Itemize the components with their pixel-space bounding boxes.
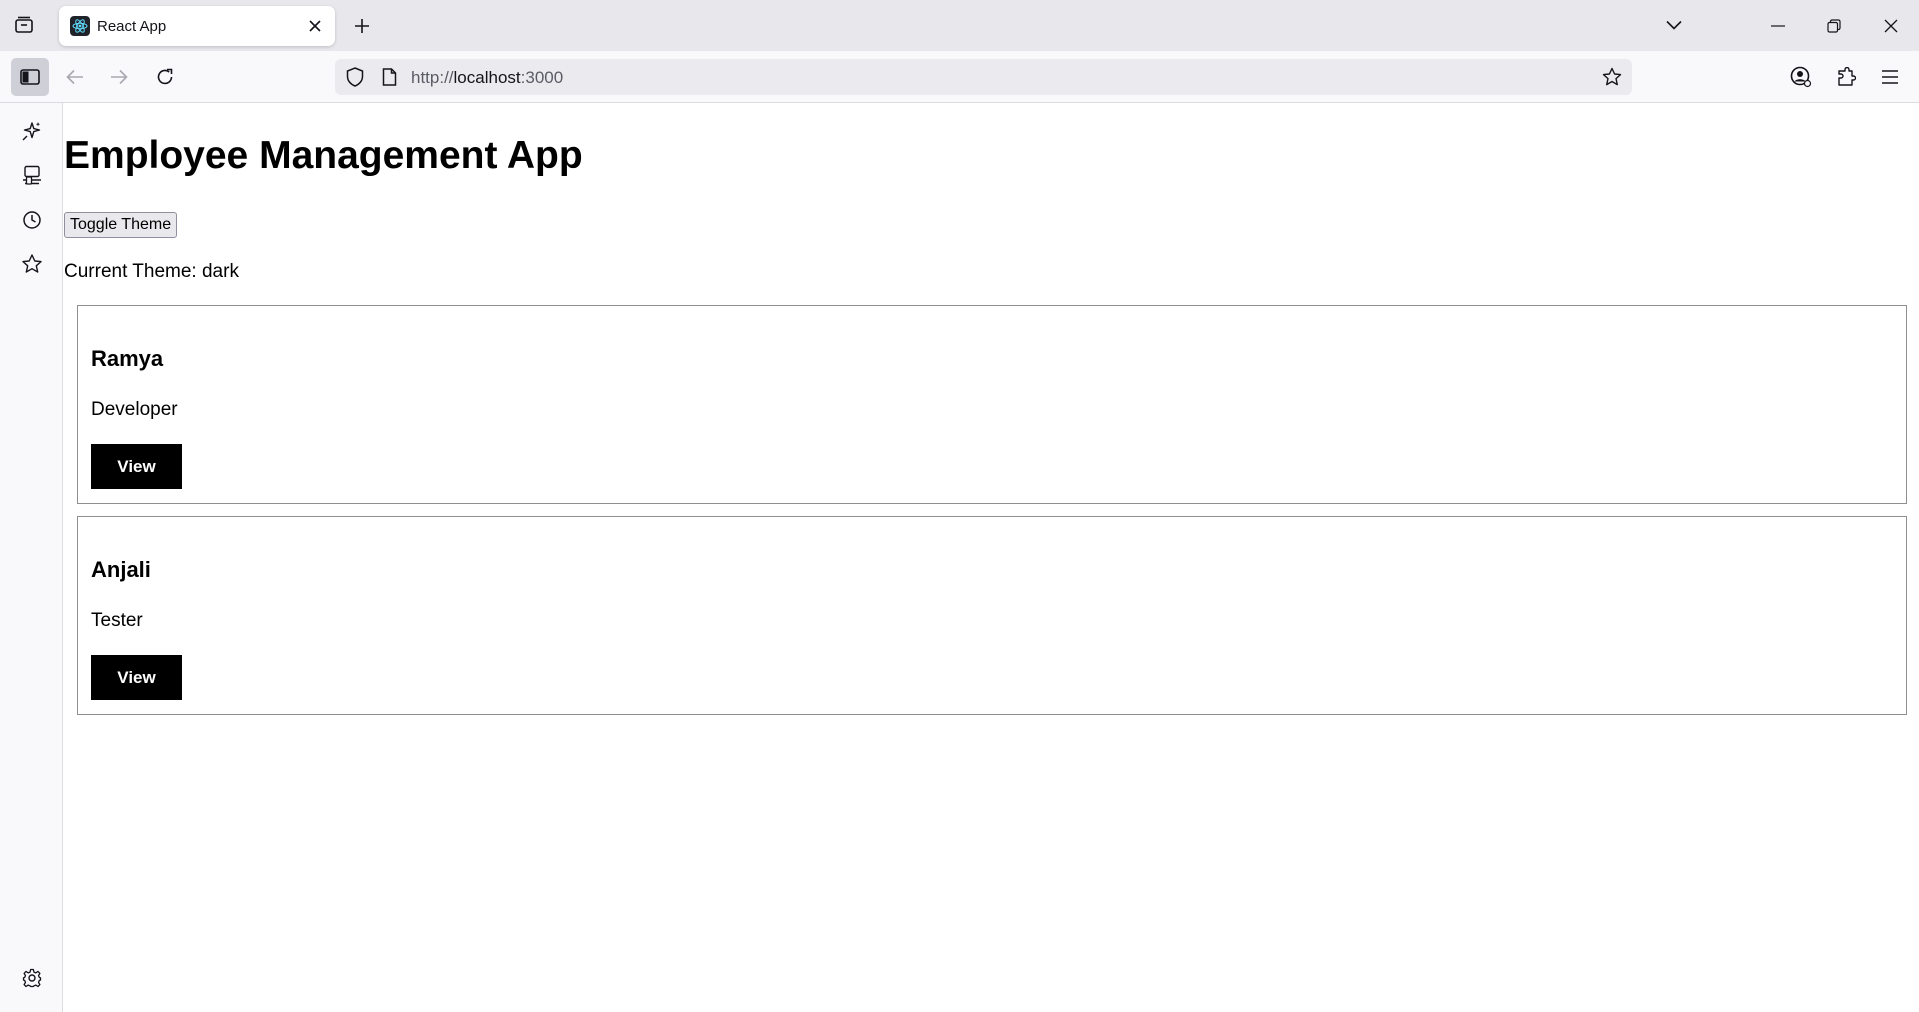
employee-name: Ramya — [91, 346, 164, 371]
browser-sidebar — [0, 103, 63, 1012]
shield-icon[interactable] — [343, 65, 367, 89]
view-employee-button[interactable]: View — [91, 444, 182, 489]
back-button[interactable] — [56, 58, 94, 96]
sidebar-item-history[interactable] — [14, 202, 50, 238]
sidebar-settings-button[interactable] — [14, 960, 50, 996]
tab-title: React App — [97, 17, 167, 35]
gear-icon — [22, 968, 42, 988]
sidebar-toggle-button[interactable] — [11, 58, 49, 96]
employee-role: Developer — [91, 399, 178, 420]
puzzle-icon — [1838, 67, 1856, 86]
close-window-button[interactable] — [1863, 0, 1919, 51]
minimize-button[interactable] — [1750, 0, 1806, 51]
chevron-down-icon — [1666, 20, 1682, 30]
url-text[interactable]: http://localhost:3000 — [411, 68, 563, 88]
tab-react-app[interactable]: React App — [59, 6, 335, 46]
page-title: Employee Management App — [64, 134, 583, 177]
plus-icon — [355, 19, 369, 33]
hamburger-icon — [1882, 70, 1898, 84]
employee-role: Tester — [91, 610, 143, 631]
history-icon — [23, 211, 41, 229]
account-icon — [1790, 66, 1812, 88]
sidebar-icon — [20, 69, 40, 85]
tab-overview-button[interactable] — [6, 10, 42, 40]
url-host: localhost — [453, 68, 521, 87]
page-content: Employee Management App Toggle Theme Cur… — [64, 104, 1919, 1012]
sidebar-item-ai-chatbot[interactable] — [14, 113, 50, 149]
url-port: :3000 — [520, 68, 564, 87]
star-icon — [1602, 67, 1622, 86]
page-icon[interactable] — [377, 65, 401, 89]
restore-button[interactable] — [1806, 0, 1862, 51]
toggle-theme-button[interactable]: Toggle Theme — [64, 212, 178, 238]
tab-overview-icon — [15, 16, 33, 33]
reload-button[interactable] — [146, 58, 184, 96]
employee-card: Anjali Tester View — [77, 516, 1907, 715]
view-employee-button[interactable]: View — [91, 655, 182, 700]
synced-tabs-icon — [23, 165, 41, 185]
account-button[interactable] — [1782, 58, 1820, 96]
current-theme-text: Current Theme: dark — [64, 261, 239, 282]
reload-icon — [157, 68, 173, 85]
bookmarks-star-icon — [22, 254, 42, 273]
list-all-tabs-button[interactable] — [1658, 9, 1690, 41]
url-bar[interactable]: http://localhost:3000 — [335, 59, 1632, 95]
menu-button[interactable] — [1871, 58, 1909, 96]
bookmark-page-button[interactable] — [1598, 63, 1626, 91]
arrow-right-icon — [111, 69, 128, 85]
sidebar-item-bookmarks[interactable] — [14, 246, 50, 282]
restore-icon — [1827, 18, 1841, 33]
tab-strip: React App — [0, 0, 1919, 51]
tab-close-button[interactable] — [301, 12, 329, 40]
sidebar-item-synced-tabs[interactable] — [14, 157, 50, 193]
ai-sparkle-icon — [22, 122, 41, 141]
minimize-icon — [1771, 24, 1785, 27]
forward-button[interactable] — [100, 58, 138, 96]
url-scheme: http:// — [411, 68, 454, 87]
close-icon — [1884, 19, 1898, 32]
arrow-left-icon — [66, 69, 83, 85]
navigation-toolbar: http://localhost:3000 — [0, 51, 1919, 103]
employee-card: Ramya Developer View — [77, 305, 1907, 504]
react-atom-icon — [70, 16, 90, 36]
close-icon — [309, 20, 321, 32]
extensions-button[interactable] — [1827, 58, 1865, 96]
employee-name: Anjali — [91, 557, 151, 582]
new-tab-button[interactable] — [346, 10, 378, 42]
